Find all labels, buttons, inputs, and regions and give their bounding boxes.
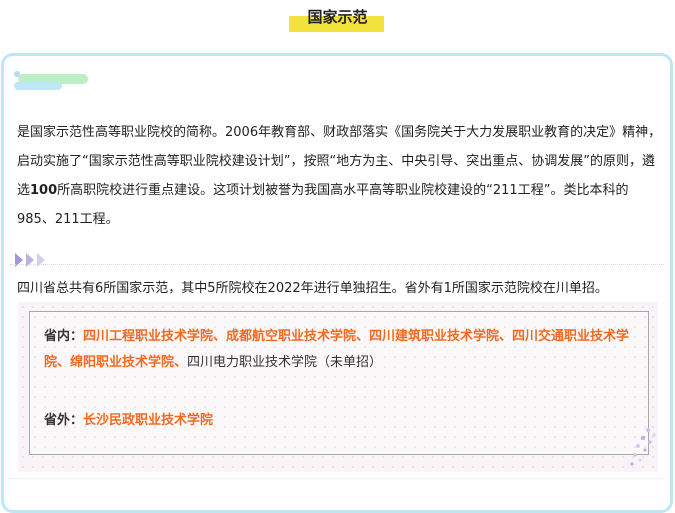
intro-bold-number: 100 <box>30 183 58 198</box>
inside-label: 省内： <box>44 329 84 344</box>
inside-plain-school: 四川电力职业技术学院（未单招） <box>187 355 383 370</box>
content-card: 是国家示范性高等职业院校的简称。2006年教育部、财政部落实《国务院关于大力发展… <box>1 53 673 513</box>
decorative-blue-pill <box>14 82 62 90</box>
decorative-dot <box>14 71 20 77</box>
intro-paragraph: 是国家示范性高等职业院校的简称。2006年教育部、财政部落实《国务院关于大力发展… <box>17 118 662 234</box>
inside-province-schools: 省内：四川工程职业技术学院、成都航空职业技术学院、四川建筑职业技术学院、四川交通… <box>44 324 644 376</box>
outside-highlight-school: 长沙民政职业技术学院 <box>83 413 214 428</box>
intro-text-part2: 所高职院校进行重点建设。这项计划被誉为我国高水平高等职业院校建设的“211工程”… <box>17 183 629 227</box>
school-list-box: 省内：四川工程职业技术学院、成都航空职业技术学院、四川建筑职业技术学院、四川交通… <box>29 311 649 455</box>
outside-label: 省外： <box>44 413 84 428</box>
section-divider <box>10 264 664 265</box>
corner-dots-icon <box>630 428 656 466</box>
bottom-divider <box>10 478 664 479</box>
triple-arrow-icon <box>15 253 45 267</box>
outside-province-schools: 省外：长沙民政职业技术学院 <box>44 408 644 434</box>
summary-paragraph: 四川省总共有6所国家示范，其中5所院校在2022年进行单独招生。省外有1所国家示… <box>17 281 608 296</box>
page-title: 国家示范 <box>307 8 368 26</box>
section-header: 国家示范 <box>0 0 675 50</box>
